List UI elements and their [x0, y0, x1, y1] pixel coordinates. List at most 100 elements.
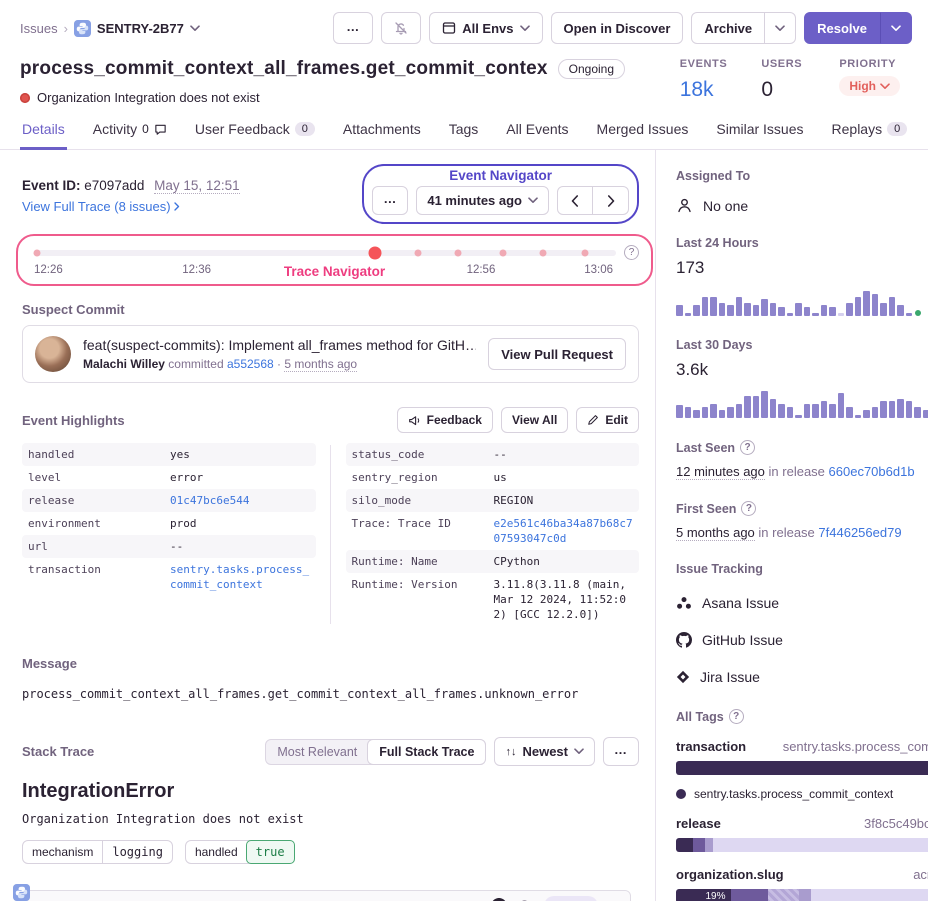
- tab-user-feedback[interactable]: User Feedback0: [193, 121, 317, 150]
- users-stat: USERS 0: [761, 58, 805, 105]
- view-all-button[interactable]: View All: [501, 407, 568, 433]
- tab-tags[interactable]: Tags: [447, 121, 481, 150]
- trace-timeline-track[interactable]: [34, 250, 616, 256]
- tag-distribution-bar[interactable]: [676, 838, 928, 852]
- issue-status-badge[interactable]: Ongoing: [558, 59, 625, 79]
- highlights-table-left: handledyeslevelerrorrelease01c47bc6e544e…: [22, 443, 316, 626]
- tag-header[interactable]: transactionsentry.tasks.process_com…: [676, 739, 928, 754]
- trace-event-dot[interactable]: [415, 249, 422, 256]
- tab-similar-issues[interactable]: Similar Issues: [714, 121, 805, 150]
- open-in-discover-button[interactable]: Open in Discover: [551, 12, 684, 44]
- event-bar: [719, 410, 726, 418]
- tag-bar-segment: [731, 889, 768, 901]
- current-event-dot[interactable]: [369, 246, 382, 259]
- last-30-days-chart[interactable]: [676, 390, 928, 418]
- most-relevant-segment[interactable]: Most Relevant: [266, 740, 368, 764]
- tab-label: Merged Issues: [597, 121, 689, 137]
- event-navigator-label: Event Navigator: [372, 168, 629, 183]
- tag-key: release: [676, 816, 721, 831]
- priority-badge[interactable]: High: [839, 76, 900, 96]
- event-more-button[interactable]: …: [372, 186, 408, 215]
- help-question-icon: ?: [729, 709, 744, 724]
- person-icon: [676, 197, 693, 214]
- tag-distribution-bar[interactable]: 19%: [676, 889, 928, 901]
- in-app-badge: In App: [544, 896, 598, 901]
- event-bar: [685, 313, 692, 316]
- archive-dropdown-button[interactable]: [765, 12, 796, 44]
- commit-message[interactable]: feat(suspect-commits): Implement all_fra…: [83, 337, 476, 353]
- archive-button[interactable]: Archive: [691, 12, 765, 44]
- tag-legend-row[interactable]: sentry.tasks.process_commit_context100%: [676, 787, 928, 801]
- assignee-selector[interactable]: No one: [676, 197, 928, 214]
- event-bar: [693, 410, 700, 418]
- highlight-value[interactable]: e2e561c46ba34a87b68c707593047c0d: [494, 516, 634, 546]
- tag-pill-handled[interactable]: handledtrue: [185, 840, 295, 864]
- first-seen-time: 5 months ago: [676, 525, 755, 541]
- segment-percent-label: 19%: [676, 891, 731, 901]
- highlight-value[interactable]: 01c47bc6e544: [170, 493, 310, 508]
- last-seen-release-link[interactable]: 660ec70b6d1b: [829, 464, 915, 479]
- issue-tracking-asana-issue[interactable]: Asana Issue+: [676, 593, 928, 613]
- tab-replays[interactable]: Replays0: [830, 121, 910, 150]
- tag-header[interactable]: organization.slugacme: [676, 867, 928, 882]
- avatar: [35, 336, 71, 372]
- commit-sha-link[interactable]: a552568: [227, 357, 274, 371]
- next-event-button[interactable]: [593, 186, 629, 215]
- feedback-button[interactable]: Feedback: [397, 407, 493, 433]
- chevron-right-icon: [607, 195, 615, 207]
- chevron-down-icon: [775, 25, 785, 32]
- event-age-dropdown[interactable]: 41 minutes ago: [416, 186, 549, 215]
- issue-tracking-github-issue[interactable]: GitHub Issue+: [676, 630, 928, 650]
- tab-attachments[interactable]: Attachments: [341, 121, 423, 150]
- issue-tracking-jira-issue[interactable]: Jira Issue+: [676, 667, 928, 687]
- more-actions-button[interactable]: …: [333, 12, 373, 44]
- stack-more-button[interactable]: …: [603, 737, 639, 766]
- last-24-hours-heading: Last 24 Hours: [676, 236, 928, 250]
- tag-pill-mechanism[interactable]: mechanismlogging: [22, 840, 173, 864]
- trace-event-dot[interactable]: [539, 249, 546, 256]
- resolve-button[interactable]: Resolve: [804, 12, 880, 44]
- priority-stat: PRIORITY High: [839, 58, 900, 105]
- tag-key: transaction: [676, 739, 746, 754]
- resolve-dropdown-button[interactable]: [880, 12, 912, 44]
- trace-event-dot[interactable]: [499, 249, 506, 256]
- tab-details[interactable]: Details: [20, 121, 67, 150]
- users-count[interactable]: 0: [761, 78, 805, 102]
- subscribe-bell-button[interactable]: [381, 12, 421, 44]
- stack-frame-header[interactable]: sentry/integrations/github/integration.p…: [25, 891, 630, 901]
- trace-event-dot[interactable]: [34, 249, 41, 256]
- event-date[interactable]: May 15, 12:51: [154, 178, 240, 194]
- view-full-trace-link[interactable]: View Full Trace (8 issues): [22, 199, 180, 214]
- event-bar: [872, 407, 879, 418]
- event-bar: [804, 404, 811, 418]
- trace-event-dot[interactable]: [582, 249, 589, 256]
- issue-tracking-section: Issue Tracking Asana Issue+GitHub Issue+…: [676, 562, 928, 687]
- trace-event-dot[interactable]: [454, 249, 461, 256]
- tag-distribution-release: release3f8c5c49bcb3: [676, 816, 928, 852]
- events-count[interactable]: 18k: [680, 78, 728, 102]
- tag-distribution-bar[interactable]: 100%: [676, 761, 928, 775]
- tab-all-events[interactable]: All Events: [504, 121, 570, 150]
- full-stack-trace-segment[interactable]: Full Stack Trace: [367, 739, 486, 765]
- highlight-value: --: [170, 539, 310, 554]
- previous-event-button[interactable]: [557, 186, 593, 215]
- highlight-value[interactable]: sentry.tasks.process_commit_context: [170, 562, 310, 592]
- tab-activity[interactable]: Activity0: [91, 121, 169, 150]
- event-bar: [787, 313, 794, 316]
- breadcrumb-issues-link[interactable]: Issues: [20, 21, 58, 36]
- environment-filter-button[interactable]: All Envs: [429, 12, 542, 44]
- event-id-value[interactable]: e7097add: [84, 178, 144, 193]
- assigned-to-heading: Assigned To: [676, 169, 750, 183]
- main-content: Event ID: e7097add May 15, 12:51 View Fu…: [0, 150, 656, 901]
- tab-merged-issues[interactable]: Merged Issues: [595, 121, 691, 150]
- event-bar: [761, 391, 768, 418]
- tag-header[interactable]: release3f8c5c49bcb3: [676, 816, 928, 831]
- event-bar: [812, 313, 819, 316]
- breadcrumb-project[interactable]: SENTRY-2B77: [74, 20, 200, 37]
- help-question-icon[interactable]: ?: [624, 245, 639, 260]
- edit-button[interactable]: Edit: [576, 407, 639, 433]
- last-24-hours-chart[interactable]: [676, 288, 928, 316]
- sort-newest-dropdown[interactable]: ↑↓ Newest: [494, 737, 595, 766]
- view-pull-request-button[interactable]: View Pull Request: [488, 338, 626, 370]
- first-seen-release-link[interactable]: 7f446256ed79: [818, 525, 901, 540]
